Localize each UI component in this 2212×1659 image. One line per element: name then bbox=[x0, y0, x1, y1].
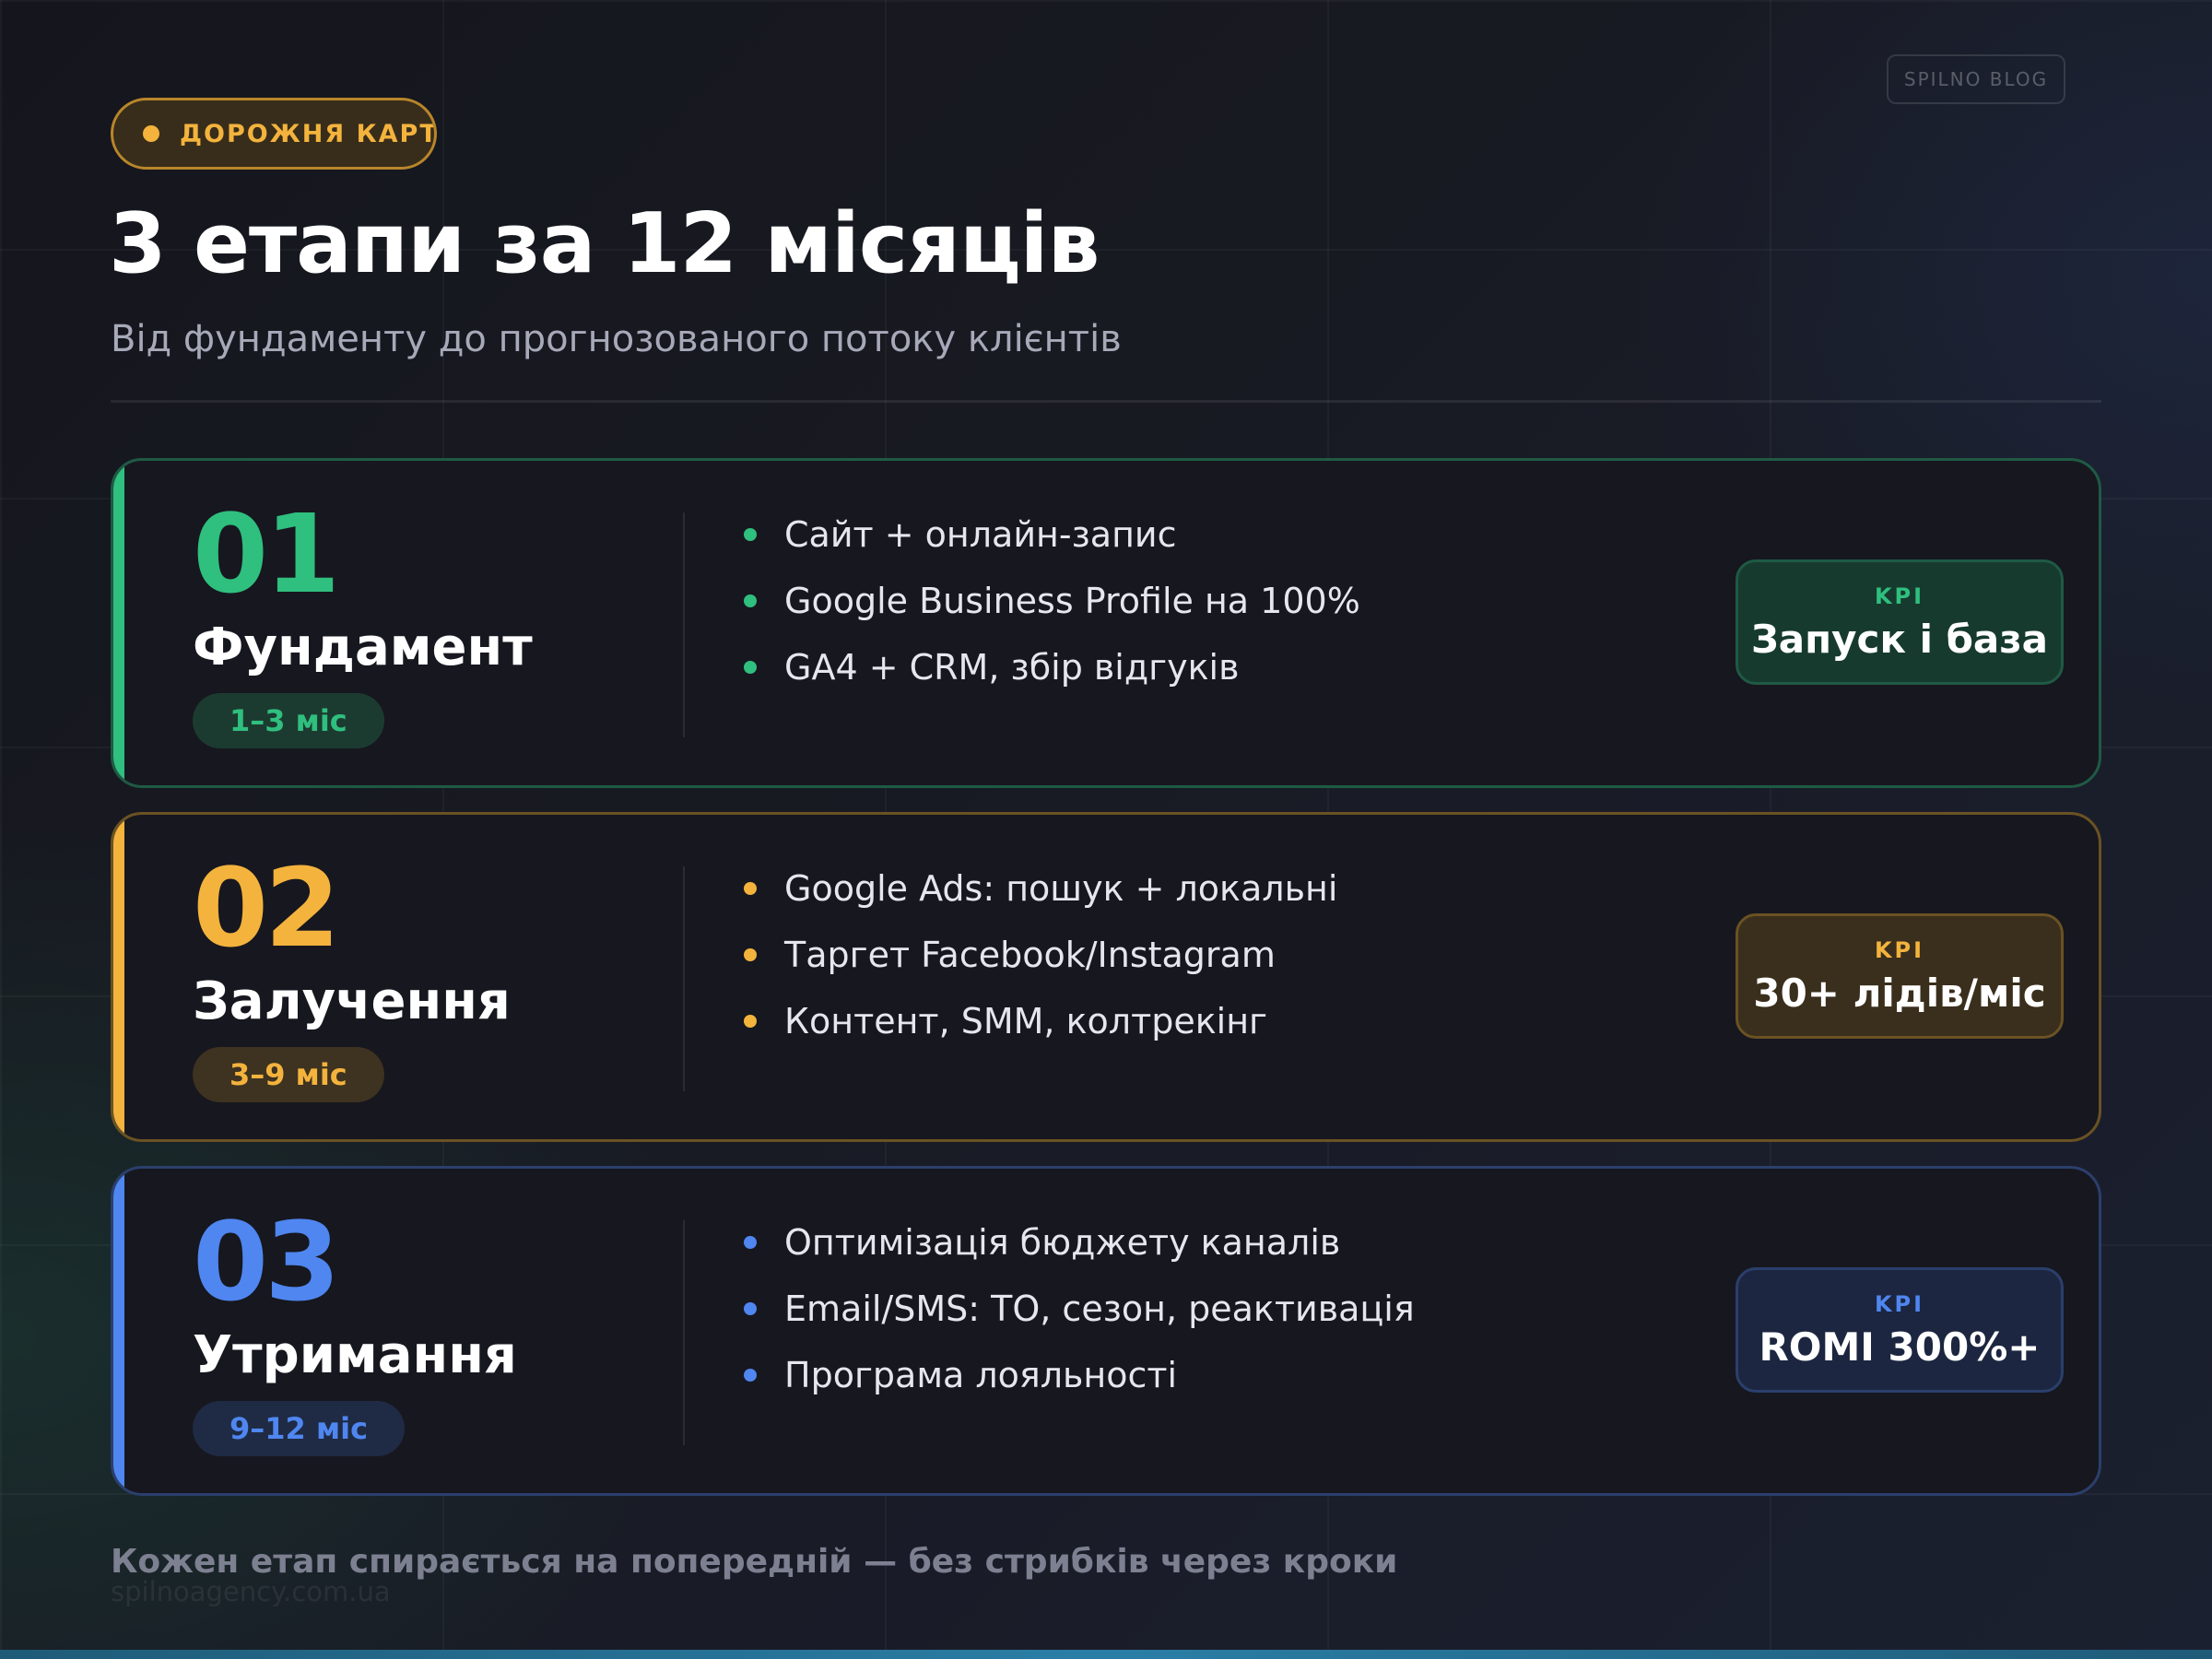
stage-accent-bar bbox=[113, 815, 124, 1139]
bullet-dot-icon bbox=[744, 948, 757, 961]
bullet-dot-icon bbox=[744, 882, 757, 895]
stage-accent-bar bbox=[113, 461, 124, 785]
stage-card-foundation: 01 Фундамент 1–3 міс Сайт + онлайн-запис… bbox=[111, 458, 2101, 788]
list-item: Email/SMS: ТО, сезон, реактивація bbox=[744, 1276, 1415, 1342]
brand-badge: SPILNO BLOG bbox=[1887, 54, 2065, 104]
list-item: GA4 + CRM, збір відгуків bbox=[744, 634, 1360, 700]
kpi-label: KPI bbox=[1874, 936, 1925, 963]
list-item: Програма лояльності bbox=[744, 1342, 1415, 1408]
stage-divider bbox=[683, 512, 685, 737]
divider bbox=[111, 400, 2101, 403]
stage-bullet-list: Google Ads: пошук + локальні Таргет Face… bbox=[744, 855, 1337, 1054]
page-title: 3 етапи за 12 місяців bbox=[109, 195, 1100, 292]
stage-name: Фундамент bbox=[193, 618, 533, 677]
bullet-dot-icon bbox=[744, 594, 757, 607]
tag-label: ДОРОЖНЯ КАРТА bbox=[180, 119, 437, 148]
list-item: Google Ads: пошук + локальні bbox=[744, 855, 1337, 922]
stage-divider bbox=[683, 866, 685, 1091]
stage-bullet-list: Сайт + онлайн-запис Google Business Prof… bbox=[744, 501, 1360, 700]
stage-name: Утримання bbox=[193, 1325, 517, 1385]
bullet-dot-icon bbox=[744, 661, 757, 674]
list-item: Контент, SMM, колтрекінг bbox=[744, 988, 1337, 1054]
kpi-value: Запуск і база bbox=[1750, 616, 2049, 662]
footer-note: Кожен етап спирається на попередній — бе… bbox=[111, 1543, 1398, 1581]
stage-period-badge: 9–12 міс bbox=[193, 1401, 406, 1456]
bottom-strip bbox=[0, 1650, 2212, 1659]
kpi-box: KPI Запуск і база bbox=[1735, 559, 2064, 685]
stage-card-acquisition: 02 Залучення 3–9 міс Google Ads: пошук +… bbox=[111, 812, 2101, 1142]
stage-period-badge: 3–9 міс bbox=[193, 1047, 384, 1102]
stage-accent-bar bbox=[113, 1169, 124, 1493]
roadmap-tag: ДОРОЖНЯ КАРТА bbox=[111, 98, 437, 170]
stage-number: 02 bbox=[193, 844, 340, 971]
stage-number: 03 bbox=[193, 1198, 340, 1325]
list-item: Google Business Profile на 100% bbox=[744, 568, 1360, 634]
page-subtitle: Від фундаменту до прогнозованого потоку … bbox=[111, 318, 1122, 360]
bullet-dot-icon bbox=[744, 1015, 757, 1028]
footer-site-watermark: spilnoagency.com.ua bbox=[111, 1576, 391, 1607]
stage-card-retention: 03 Утримання 9–12 міс Оптимізація бюджет… bbox=[111, 1166, 2101, 1496]
list-item: Оптимізація бюджету каналів bbox=[744, 1209, 1415, 1276]
stage-divider bbox=[683, 1220, 685, 1445]
list-item: Таргет Facebook/Instagram bbox=[744, 922, 1337, 988]
tag-dot-icon bbox=[143, 125, 159, 142]
bullet-dot-icon bbox=[744, 1302, 757, 1315]
kpi-label: KPI bbox=[1874, 582, 1925, 609]
list-item: Сайт + онлайн-запис bbox=[744, 501, 1360, 568]
stage-name: Залучення bbox=[193, 971, 511, 1031]
stage-period-badge: 1–3 міс bbox=[193, 693, 384, 748]
bullet-dot-icon bbox=[744, 528, 757, 541]
kpi-box: KPI 30+ лідів/міс bbox=[1735, 913, 2064, 1039]
kpi-value: ROMI 300%+ bbox=[1759, 1324, 2041, 1370]
stage-number: 01 bbox=[193, 490, 340, 618]
bullet-dot-icon bbox=[744, 1369, 757, 1382]
kpi-box: KPI ROMI 300%+ bbox=[1735, 1267, 2064, 1393]
bullet-dot-icon bbox=[744, 1236, 757, 1249]
stage-bullet-list: Оптимізація бюджету каналів Email/SMS: Т… bbox=[744, 1209, 1415, 1408]
kpi-label: KPI bbox=[1874, 1290, 1925, 1317]
kpi-value: 30+ лідів/міс bbox=[1753, 970, 2046, 1016]
